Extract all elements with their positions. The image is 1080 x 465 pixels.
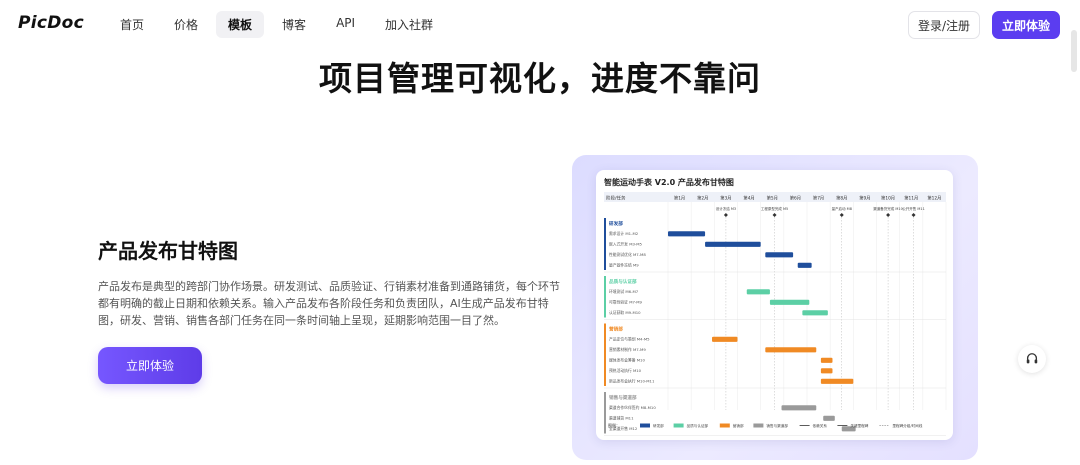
task-label: 营销素材制作 M7-M9 (609, 347, 646, 352)
page-headline: 项目管理可视化，进度不靠问 (319, 59, 761, 98)
task-bar (765, 252, 794, 258)
login-button[interactable]: 登录/注册 (908, 11, 980, 39)
task-bar (765, 347, 817, 353)
gantt-header-label: 阶段/任务 (606, 195, 626, 202)
task-label: 量产固件冻结 M9 (609, 263, 639, 268)
page: PicDoc 首页 价格 模板 博客 API 加入社群 登录/注册 立即体验 项… (0, 0, 1080, 465)
legend-swatch (640, 423, 650, 428)
task-bar (668, 231, 706, 237)
legend-swatch (719, 423, 730, 428)
logo[interactable]: PicDoc (18, 13, 84, 33)
try-now-button[interactable]: 立即体验 (98, 347, 202, 384)
task-label: 预热活动执行 M10 (609, 368, 642, 373)
task-bar (781, 405, 817, 411)
milestone-label: 设计冻结 M3 (716, 206, 736, 211)
legend-label: 品质与认证部 (687, 423, 709, 428)
group-label: 营销部 (609, 326, 623, 333)
task-bar (797, 262, 812, 268)
legend-label: 里程碑分组/时间线 (892, 423, 922, 428)
task-bar (820, 357, 833, 363)
legend-title: 图例： (608, 422, 620, 428)
month-label: 第4月 (743, 195, 754, 202)
month-label: 第8月 (836, 195, 847, 202)
legend-swatch (753, 423, 764, 428)
month-label: 第1月 (674, 195, 685, 202)
task-bar (746, 289, 770, 295)
milestone-marker (723, 213, 728, 217)
task-label: 性能测试优化 M7-M8 (609, 252, 646, 257)
nav-link-api[interactable]: API (324, 11, 367, 38)
month-label: 第10月 (881, 195, 895, 202)
milestone-label: 工程原型完成 M5 (761, 206, 788, 211)
month-label: 第2月 (697, 195, 708, 202)
month-label: 第5月 (767, 195, 778, 202)
task-label: 渠道合作伙伴签约 M8-M10 (609, 405, 656, 410)
task-bar (820, 368, 833, 374)
task-label: 新品发布会执行 M10-M11 (609, 379, 655, 384)
milestone-marker (839, 213, 844, 217)
milestone-label: 渠道备货完成 M10 (873, 206, 903, 211)
month-label: 第6月 (790, 195, 801, 202)
legend-label: 销售与渠道部 (766, 423, 788, 428)
task-bar (769, 299, 810, 305)
group-accent-bar (604, 323, 606, 386)
month-label: 第12月 (927, 195, 941, 202)
legend-label: 研发部 (653, 423, 664, 428)
task-label: 媒体发布会筹备 M10 (609, 358, 645, 363)
milestone-marker (772, 213, 777, 217)
gantt-preview-card[interactable]: 智能运动手表 V2.0 产品发布甘特图 阶段/任务 第1月 第2月 第3月 第4月 第5月… (596, 170, 953, 440)
milestone-label: 公开开售 M11 (902, 206, 925, 211)
group-accent-bar (604, 276, 606, 318)
legend-label: 依赖关系 (813, 423, 828, 428)
task-label: 产品定位与策划 M4-M5 (609, 337, 650, 342)
group-label: 品质与认证部 (609, 278, 637, 285)
task-bar (820, 378, 854, 384)
group-accent-bar (604, 392, 606, 434)
task-label: 可靠性验证 M7-M9 (609, 300, 643, 305)
milestone-marker (886, 213, 891, 217)
legend-swatch (673, 423, 684, 428)
gantt-chart: 阶段/任务 第1月 第2月 第3月 第4月 第5月 第6月 第7月 第8月 第9月 第10月 第11月… (604, 192, 947, 436)
support-headset-icon[interactable] (1018, 345, 1046, 373)
month-label: 第11月 (904, 195, 918, 202)
top-nav: PicDoc 首页 价格 模板 博客 API 加入社群 登录/注册 立即体验 (0, 0, 1080, 48)
legend-label: 关键里程碑 (850, 423, 868, 428)
legend-label: 营销部 (733, 423, 744, 428)
milestone-marker (911, 213, 916, 217)
nav-link-templates[interactable]: 模板 (216, 11, 265, 38)
section-title: 产品发布甘特图 (98, 239, 238, 263)
group-label: 销售与渠道部 (609, 394, 637, 401)
section-description: 产品发布是典型的跨部门协作场景。研发测试、品质验证、行销素材准备到通路铺货，每个… (98, 280, 560, 327)
nav-link-community[interactable]: 加入社群 (373, 11, 445, 38)
group-accent-bar (604, 218, 606, 270)
task-bar (823, 415, 835, 421)
milestone-label: 量产启动 M8 (832, 206, 852, 211)
task-label: 嵌入式开发 M3-M5 (609, 242, 643, 247)
nav-link-home[interactable]: 首页 (108, 11, 156, 38)
month-label: 第9月 (859, 195, 870, 202)
group-label: 研发部 (609, 220, 623, 227)
task-label: 需求设计 M1-M2 (609, 231, 639, 236)
nav-link-blog[interactable]: 博客 (270, 11, 318, 38)
task-bar (802, 310, 828, 316)
month-label: 第3月 (720, 195, 731, 202)
task-label: 环境测试 M6-M7 (609, 289, 639, 294)
task-label: 渠道铺货 M11 (609, 416, 634, 421)
nav-links: 首页 价格 模板 博客 API 加入社群 (108, 11, 445, 38)
nav-link-pricing[interactable]: 价格 (162, 11, 210, 38)
try-now-nav-button[interactable]: 立即体验 (992, 11, 1060, 39)
task-bar (705, 241, 761, 247)
task-label: 认证获取 M9-M10 (609, 310, 641, 315)
month-label: 第7月 (813, 195, 824, 202)
task-bar (712, 336, 738, 342)
